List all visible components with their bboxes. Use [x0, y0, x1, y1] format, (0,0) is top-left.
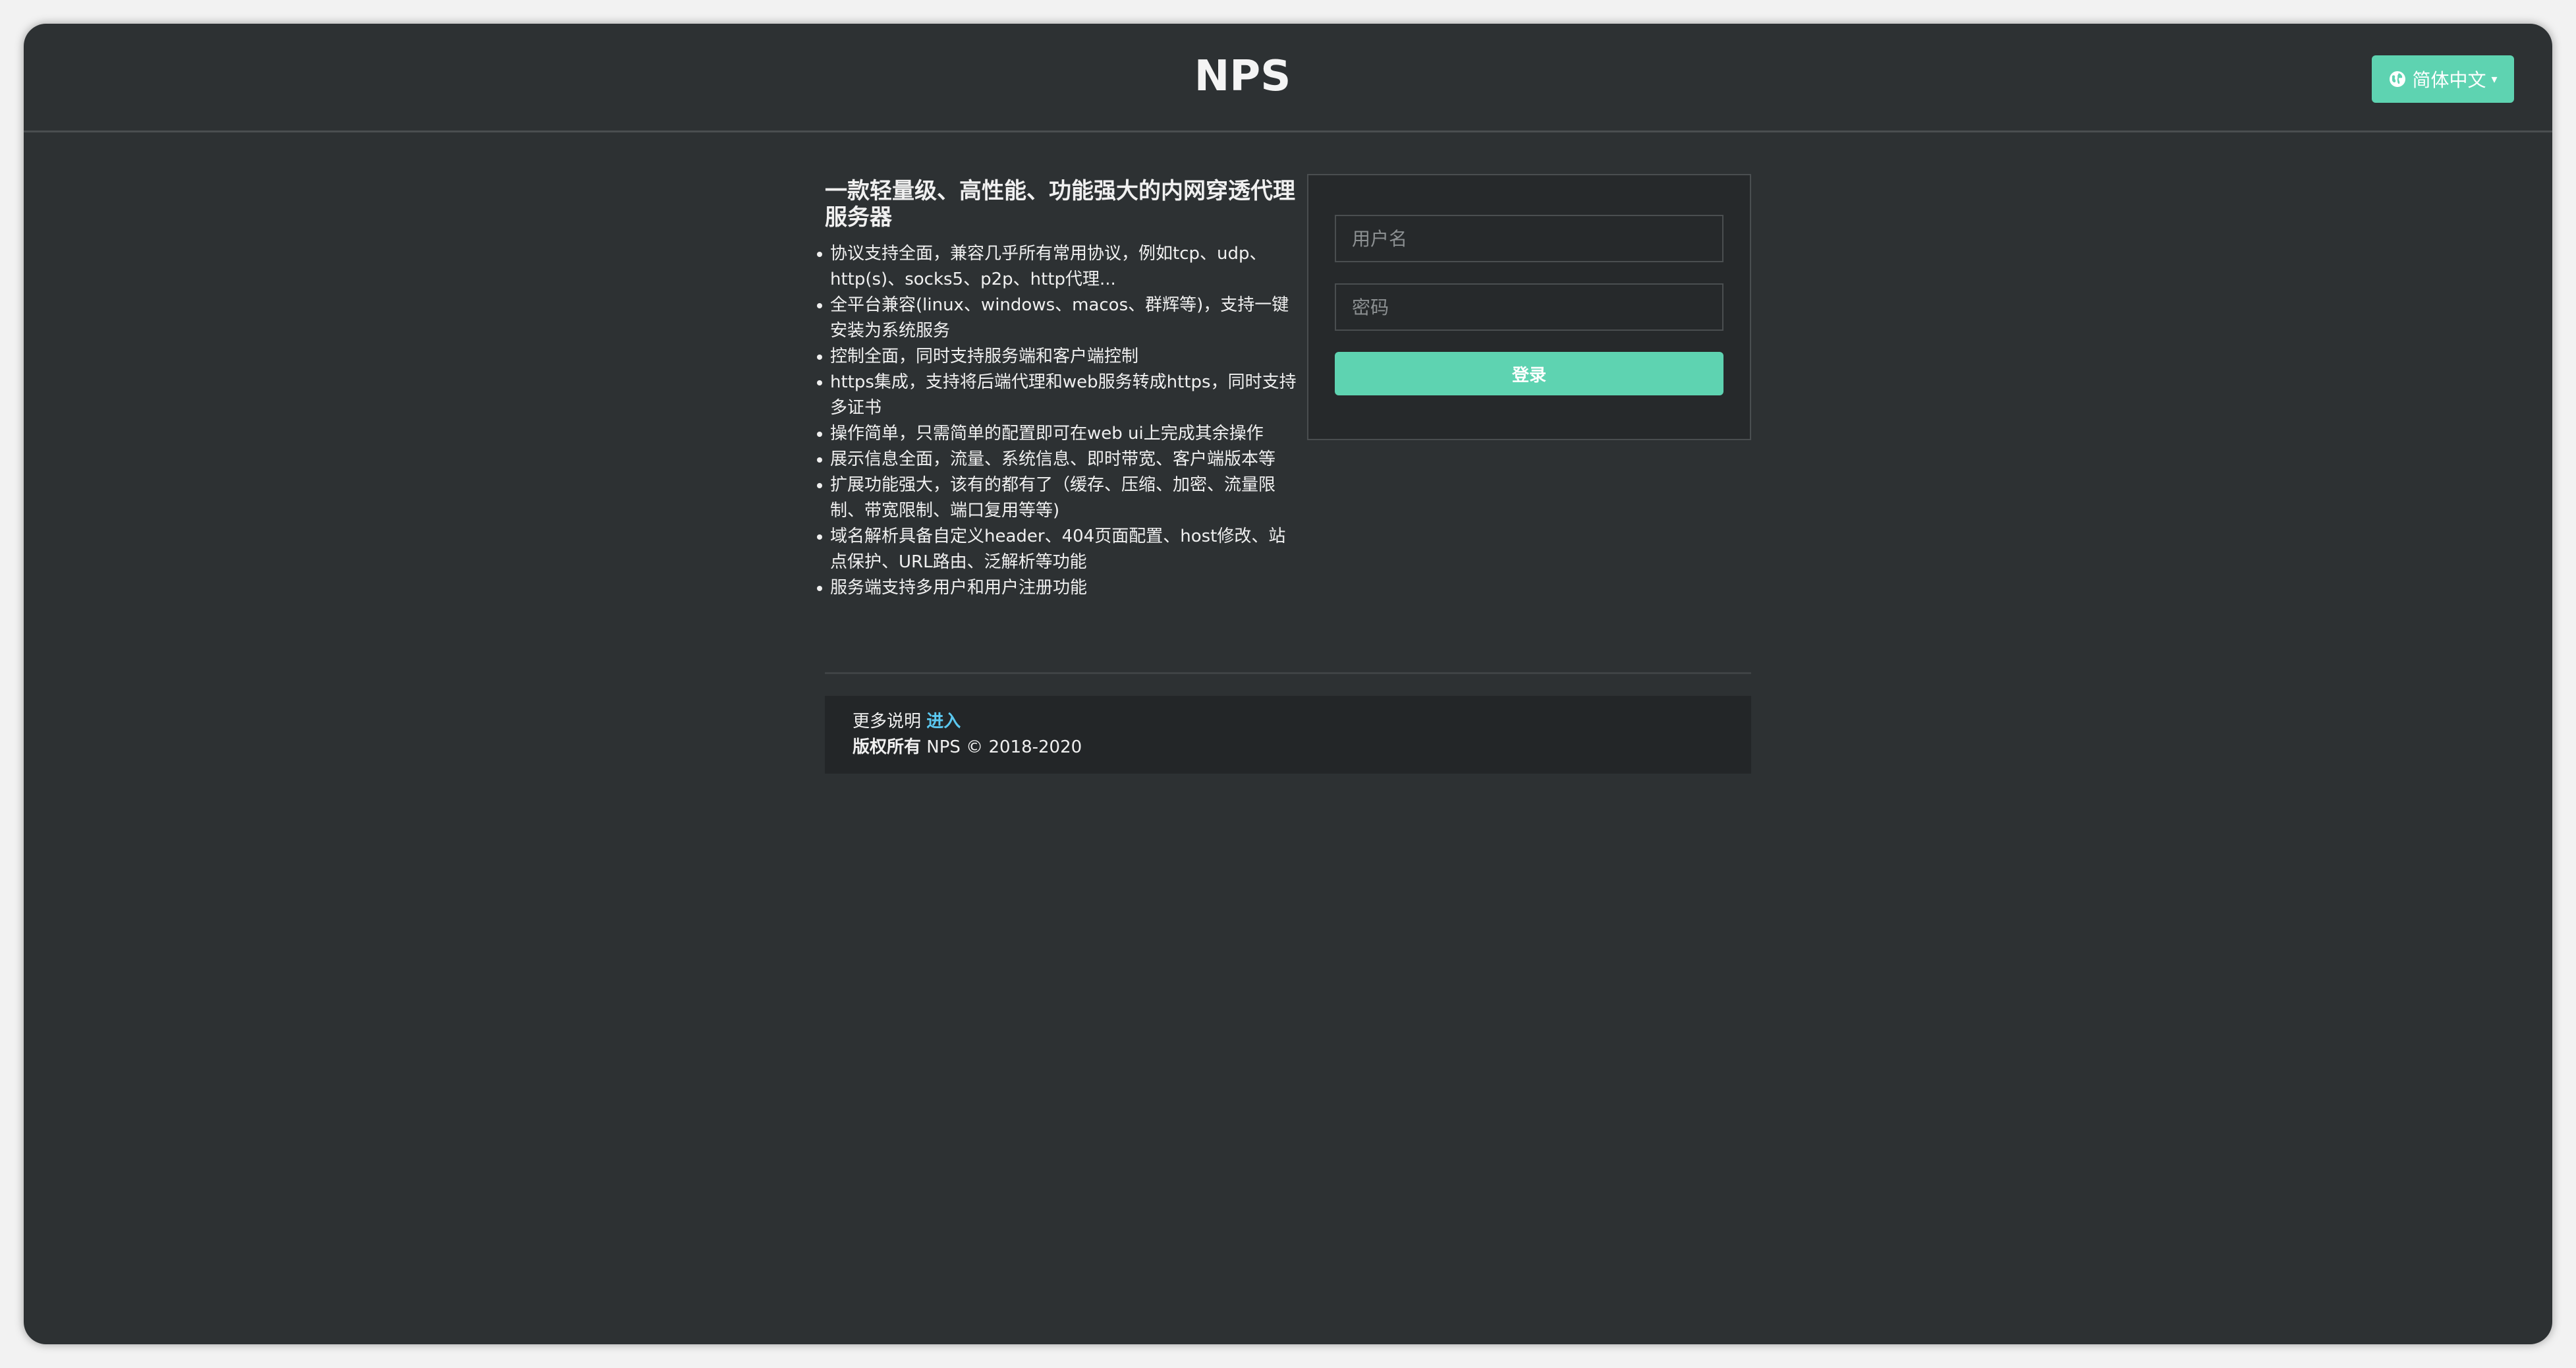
feature-text: 域名解析具备自定义header、404页面配置、host修改、站点保护、URL路…	[830, 527, 1286, 572]
globe-icon	[2388, 70, 2407, 88]
feature-text: 全平台兼容(linux、windows、macos、群辉等)，支持一键安装为系统…	[830, 295, 1289, 341]
feature-text: 扩展功能强大，该有的都有了（缓存、压缩、加密、流量限制、带宽限制、端口复用等等)	[830, 475, 1276, 521]
feature-item: 展示信息全面，流量、系统信息、即时带宽、客户端版本等	[817, 447, 1299, 472]
top-navbar: NPS 简体中文 ▾	[24, 24, 2552, 132]
app-window: NPS 简体中文 ▾ 一款轻量级、高性能、功能强大的内网穿透代理服务器 协议支持…	[24, 24, 2552, 1344]
copyright-text: NPS © 2018-2020	[926, 737, 1082, 757]
feature-item: 扩展功能强大，该有的都有了（缓存、压缩、加密、流量限制、带宽限制、端口复用等等)	[817, 472, 1299, 524]
feature-item: 全平台兼容(linux、windows、macos、群辉等)，支持一键安装为系统…	[817, 293, 1299, 344]
bullet-icon	[817, 355, 822, 360]
feature-item: 协议支持全面，兼容几乎所有常用协议，例如tcp、udp、http(s)、sock…	[817, 241, 1299, 293]
bullet-icon	[817, 586, 822, 591]
feature-item: 控制全面，同时支持服务端和客户端控制	[817, 344, 1299, 370]
feature-item: 服务端支持多用户和用户注册功能	[817, 575, 1299, 601]
intro-title: 一款轻量级、高性能、功能强大的内网穿透代理服务器	[825, 178, 1295, 231]
feature-text: 展示信息全面，流量、系统信息、即时带宽、客户端版本等	[830, 449, 1276, 469]
feature-text: 服务端支持多用户和用户注册功能	[830, 578, 1088, 598]
language-label: 简体中文	[2412, 69, 2486, 91]
footer: 更多说明 进入 版权所有 NPS © 2018-2020	[825, 696, 1751, 774]
feature-text: 控制全面，同时支持服务端和客户端控制	[830, 347, 1139, 366]
more-info-link[interactable]: 进入	[926, 712, 961, 731]
feature-item: 操作简单，只需简单的配置即可在web ui上完成其余操作	[817, 421, 1299, 447]
caret-down-icon: ▾	[2491, 72, 2498, 86]
feature-item: https集成，支持将后端代理和web服务转成https，同时支持多证书	[817, 370, 1299, 421]
copyright-line: 版权所有 NPS © 2018-2020	[853, 735, 1751, 760]
password-input[interactable]	[1335, 283, 1723, 331]
brand-title[interactable]: NPS	[847, 50, 1638, 103]
more-info-label: 更多说明	[853, 712, 922, 731]
feature-item: 域名解析具备自定义header、404页面配置、host修改、站点保护、URL路…	[817, 524, 1299, 575]
bullet-icon	[817, 457, 822, 463]
bullet-icon	[817, 483, 822, 488]
bullet-icon	[817, 252, 822, 257]
feature-list: 协议支持全面，兼容几乎所有常用协议，例如tcp、udp、http(s)、sock…	[817, 241, 1299, 601]
language-dropdown-button[interactable]: 简体中文 ▾	[2372, 55, 2514, 103]
bullet-icon	[817, 380, 822, 385]
feature-text: https集成，支持将后端代理和web服务转成https，同时支持多证书	[830, 372, 1297, 418]
more-info-line: 更多说明 进入	[853, 709, 1751, 735]
section-divider	[825, 672, 1751, 674]
intro-section: 一款轻量级、高性能、功能强大的内网穿透代理服务器 协议支持全面，兼容几乎所有常用…	[817, 178, 1299, 601]
bullet-icon	[817, 534, 822, 540]
bullet-icon	[817, 303, 822, 308]
feature-text: 协议支持全面，兼容几乎所有常用协议，例如tcp、udp、http(s)、sock…	[830, 244, 1267, 289]
login-form: 登录	[1307, 174, 1751, 440]
username-input[interactable]	[1335, 215, 1723, 262]
feature-text: 操作简单，只需简单的配置即可在web ui上完成其余操作	[830, 424, 1264, 443]
copyright-label: 版权所有	[853, 737, 922, 757]
bullet-icon	[817, 432, 822, 437]
login-button[interactable]: 登录	[1335, 352, 1723, 395]
